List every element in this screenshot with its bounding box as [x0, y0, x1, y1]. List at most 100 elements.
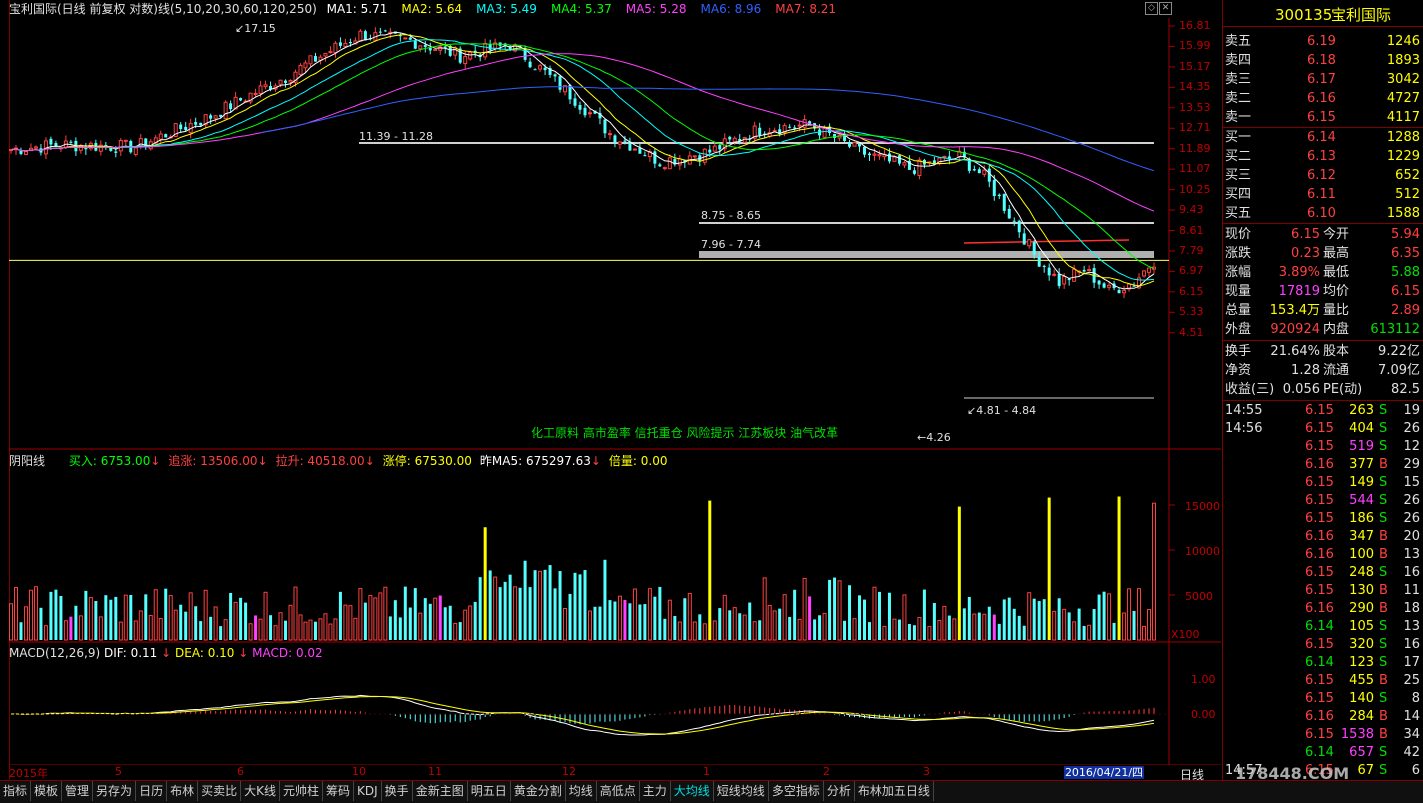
tick-count: 26	[1403, 511, 1420, 526]
tick-price: 6.15	[1305, 691, 1334, 706]
indicator-tab[interactable]: 日历	[136, 781, 168, 801]
price-tick-label: 11.07	[1179, 162, 1211, 176]
candle-body	[348, 41, 352, 44]
stats-divider	[1223, 340, 1423, 341]
candle-body	[428, 47, 432, 51]
indicator-tab[interactable]: 管理	[62, 781, 94, 801]
tick-row[interactable]: 6.15 455 B 25	[1223, 672, 1423, 690]
maximize-icon[interactable]: ◇	[1145, 2, 1158, 15]
tick-row[interactable]: 6.14 657 S 42	[1223, 744, 1423, 762]
indicator-tab[interactable]: 短线均线	[714, 781, 769, 801]
volume-bar	[194, 606, 198, 640]
candle-body	[867, 153, 871, 156]
volume-bar	[922, 589, 926, 640]
volume-bar	[762, 577, 767, 641]
indicator-tab[interactable]: 换手	[382, 781, 413, 801]
tick-volume: 140	[1349, 691, 1374, 706]
indicator-tab[interactable]: 高低点	[597, 781, 640, 801]
indicator-tab[interactable]: 指标	[0, 781, 32, 801]
ma-line-5	[10, 31, 1155, 290]
order-price: 6.14	[1307, 130, 1336, 145]
volume-bar	[343, 604, 348, 641]
tick-row[interactable]: 6.16 290 B 18	[1223, 600, 1423, 618]
tick-row[interactable]: 6.16 100 B 13	[1223, 546, 1423, 564]
price-tick-label: 6.15	[1179, 284, 1204, 298]
indicator-tab[interactable]: 元帅柱	[280, 781, 323, 801]
stats-label: 均价	[1323, 284, 1350, 299]
indicator-tab[interactable]: 筹码	[323, 781, 355, 801]
volume-bar	[1012, 608, 1016, 640]
volume-bar	[553, 588, 557, 640]
indicator-tab[interactable]: 主力	[640, 781, 671, 801]
indicator-tab[interactable]: 另存为	[93, 781, 137, 801]
tick-price: 6.14	[1305, 655, 1334, 670]
indicator-tab[interactable]: 明五日	[468, 781, 511, 801]
candle-body	[982, 169, 987, 175]
tick-row[interactable]: 6.16 284 B 14	[1223, 708, 1423, 726]
indicator-tab[interactable]: 布林加五日线	[855, 781, 934, 801]
tick-count: 16	[1403, 565, 1420, 580]
volume-bar	[338, 591, 342, 640]
volume-bar	[428, 603, 432, 640]
indicator-tab[interactable]: 买卖比	[198, 781, 242, 801]
tick-row[interactable]: 6.14 105 S 13	[1223, 618, 1423, 636]
tick-row[interactable]: 14:55 6.15 263 S 19	[1223, 402, 1423, 420]
tick-row[interactable]: 6.15 320 S 16	[1223, 636, 1423, 654]
indicator-tab[interactable]: 大均线	[671, 781, 714, 801]
volume-bar	[33, 586, 38, 641]
volume-legend-item: 昨MA5: 675297.63	[479, 454, 591, 468]
volume-bar	[772, 610, 777, 641]
tick-row[interactable]: 6.15 186 S 26	[1223, 510, 1423, 528]
tick-row[interactable]: 6.15 149 S 15	[1223, 474, 1423, 492]
close-icon[interactable]: ✕	[1159, 2, 1172, 15]
indicator-tab[interactable]: 均线	[566, 781, 597, 801]
indicator-tab[interactable]: 黄金分割	[511, 781, 566, 801]
volume-bar	[698, 614, 702, 640]
tick-row[interactable]: 6.15 248 S 16	[1223, 564, 1423, 582]
tick-volume: 455	[1349, 673, 1374, 688]
volume-bar	[1142, 625, 1147, 641]
volume-bar	[1147, 609, 1152, 641]
volume-tick-label: X100	[1171, 628, 1200, 641]
candle-body	[328, 51, 333, 54]
tick-price: 6.16	[1305, 547, 1334, 562]
price-tick-label: 13.53	[1179, 100, 1211, 114]
tick-row[interactable]: 6.15 544 S 26	[1223, 492, 1423, 510]
volume-bar	[528, 587, 532, 640]
indicator-tab[interactable]: 分析	[824, 781, 855, 801]
tick-row[interactable]: 6.14 123 S 17	[1223, 654, 1423, 672]
tick-row[interactable]: 6.15 130 B 11	[1223, 582, 1423, 600]
candle-body	[632, 148, 637, 151]
indicator-tab[interactable]: 大K线	[241, 781, 280, 801]
volume-bar	[887, 592, 891, 640]
volume-bar	[88, 597, 93, 641]
volume-bar	[273, 625, 278, 641]
order-row: 卖五 6.19 1246	[1223, 32, 1423, 51]
order-label: 买四	[1225, 187, 1252, 202]
volume-bar	[1032, 598, 1036, 640]
indicator-tab[interactable]: 多空指标	[769, 781, 824, 801]
price-tick-label: 12.71	[1179, 121, 1211, 135]
stats-divider	[1223, 400, 1423, 401]
candle-body	[284, 80, 288, 83]
tick-row[interactable]: 14:56 6.15 404 S 26	[1223, 420, 1423, 438]
volume-bar	[1002, 599, 1006, 640]
indicator-tab[interactable]: 模板	[31, 781, 63, 801]
tick-row[interactable]: 6.15 519 S 12	[1223, 438, 1423, 456]
volume-bar	[583, 570, 587, 640]
tick-row[interactable]: 6.16 347 B 20	[1223, 528, 1423, 546]
candle-body	[573, 98, 577, 106]
ma7-line	[963, 239, 1130, 244]
indicator-tab[interactable]: 金新主图	[413, 781, 468, 801]
time-axis-label: 11	[428, 765, 442, 778]
volume-bar	[927, 625, 932, 641]
candle-body	[278, 79, 283, 85]
chart-area[interactable]: 宝利国际(日线 前复权 对数)线(5,10,20,30,60,120,250) …	[9, 0, 1221, 780]
candle-body	[603, 119, 607, 134]
volume-bar	[19, 622, 23, 640]
tick-row[interactable]: 6.16 377 B 29	[1223, 456, 1423, 474]
indicator-tab[interactable]: 布林	[167, 781, 199, 801]
indicator-tab[interactable]: KDJ	[354, 781, 382, 801]
tick-row[interactable]: 6.15 140 S 8	[1223, 690, 1423, 708]
tick-row[interactable]: 6.15 1538 B 34	[1223, 726, 1423, 744]
